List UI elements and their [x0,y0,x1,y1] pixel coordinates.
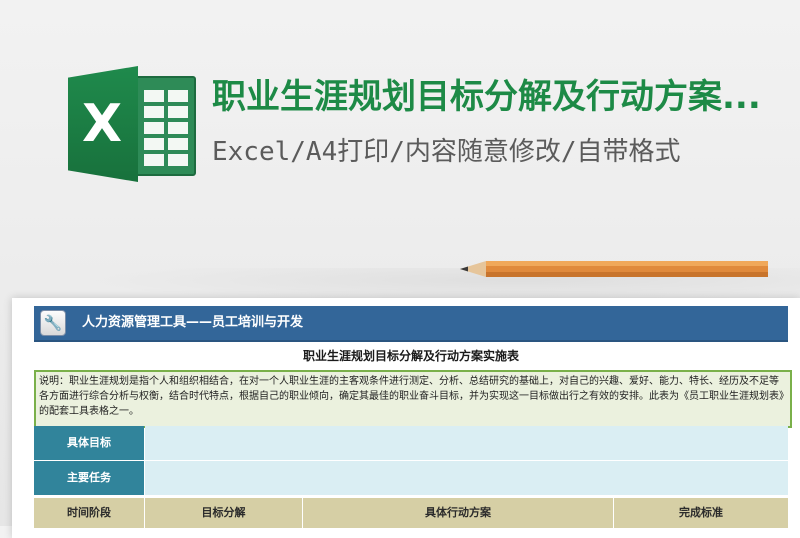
column-header-row: 时间阶段 目标分解 具体行动方案 完成标准 [34,498,788,528]
goal-label: 具体目标 [34,426,144,460]
wrench-icon: 🔧 [40,310,66,336]
column-header-action-plan[interactable]: 具体行动方案 [303,498,614,528]
pencil-icon [460,261,768,277]
goal-input-cell[interactable] [145,426,788,460]
spreadsheet-preview: 🔧 人力资源管理工具——员工培训与开发 职业生涯规划目标分解及行动方案实施表 说… [12,298,800,538]
task-input-cell[interactable] [145,461,788,495]
task-label: 主要任务 [34,461,144,495]
description-cell[interactable]: 说明：职业生涯规划是指个人和组织相结合，在对一个人职业生涯的主客观条件进行测定、… [34,370,792,428]
column-header-completion-standard[interactable]: 完成标准 [614,498,788,528]
column-header-goal-breakdown[interactable]: 目标分解 [145,498,303,528]
sheet-title: 职业生涯规划目标分解及行动方案实施表 [34,342,788,371]
page-subtitle: Excel/A4打印/内容随意修改/自带格式 [212,137,681,167]
task-row: 主要任务 [34,461,788,496]
goal-row: 具体目标 [34,426,788,461]
column-header-time-stage[interactable]: 时间阶段 [34,498,145,528]
tool-header-title: 人力资源管理工具——员工培训与开发 [82,315,304,330]
page-title: 职业生涯规划目标分解及行动方案... [212,77,761,117]
excel-letter: X [81,94,123,154]
tool-header: 🔧 人力资源管理工具——员工培训与开发 [34,306,788,342]
excel-logo: X [68,66,196,182]
